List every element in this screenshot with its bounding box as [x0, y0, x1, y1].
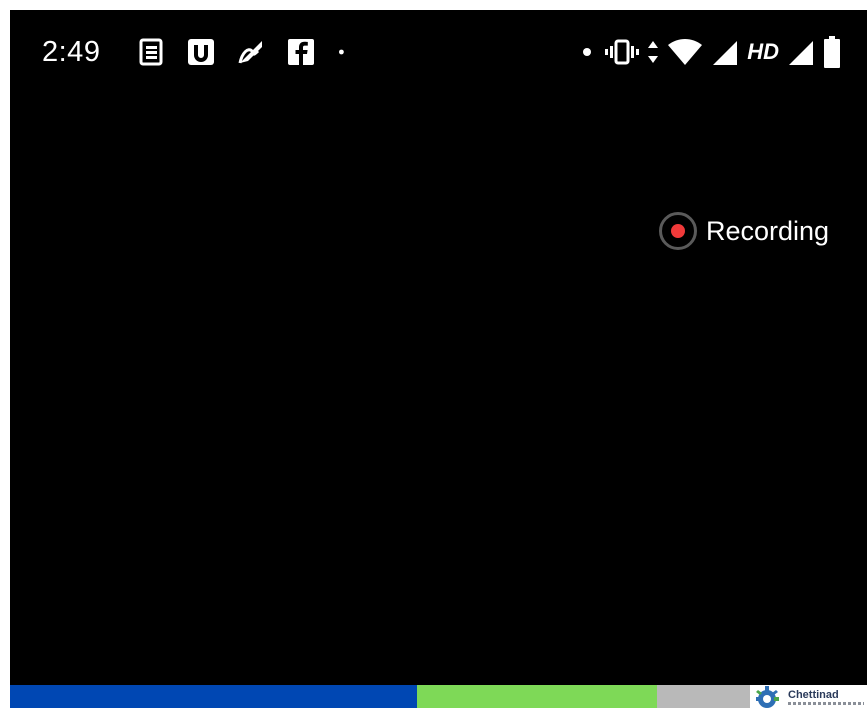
recording-label: Recording: [706, 216, 830, 246]
dot-icon: [339, 49, 344, 55]
recording-indicator: Recording: [659, 209, 829, 253]
system-icons: HD: [577, 36, 841, 68]
gear-logo-icon: [756, 686, 779, 708]
bottom-banner: Chettinad: [10, 685, 867, 708]
wifi-icon: [668, 39, 703, 65]
banner-segment-blue: [10, 685, 417, 708]
banner-logo-area: Chettinad: [750, 685, 867, 708]
facebook-icon: [288, 39, 314, 65]
battery-icon: [824, 36, 840, 68]
logo-text: Chettinad: [788, 689, 839, 701]
swipe-app-icon: [238, 41, 262, 64]
record-dot: [671, 224, 685, 238]
dot-icon: [583, 48, 592, 56]
signal-icon: [789, 41, 813, 65]
data-arrows-icon: [648, 41, 659, 63]
notification-icons: [136, 36, 354, 68]
u-app-icon: [188, 39, 214, 65]
logo-tagline: [788, 702, 864, 705]
screen-frame: 2:49 HD Recording Chettinad: [10, 10, 867, 708]
vibrate-icon: [605, 39, 640, 65]
status-time: 2:49: [42, 36, 101, 68]
status-bar: 2:49 HD: [10, 32, 867, 72]
banner-segment-green: [417, 685, 657, 708]
record-icon: [659, 212, 697, 250]
banner-segment-gray: [657, 685, 750, 708]
network-label: HD: [747, 39, 779, 64]
news-icon: [139, 38, 163, 66]
signal-icon: [713, 41, 738, 65]
